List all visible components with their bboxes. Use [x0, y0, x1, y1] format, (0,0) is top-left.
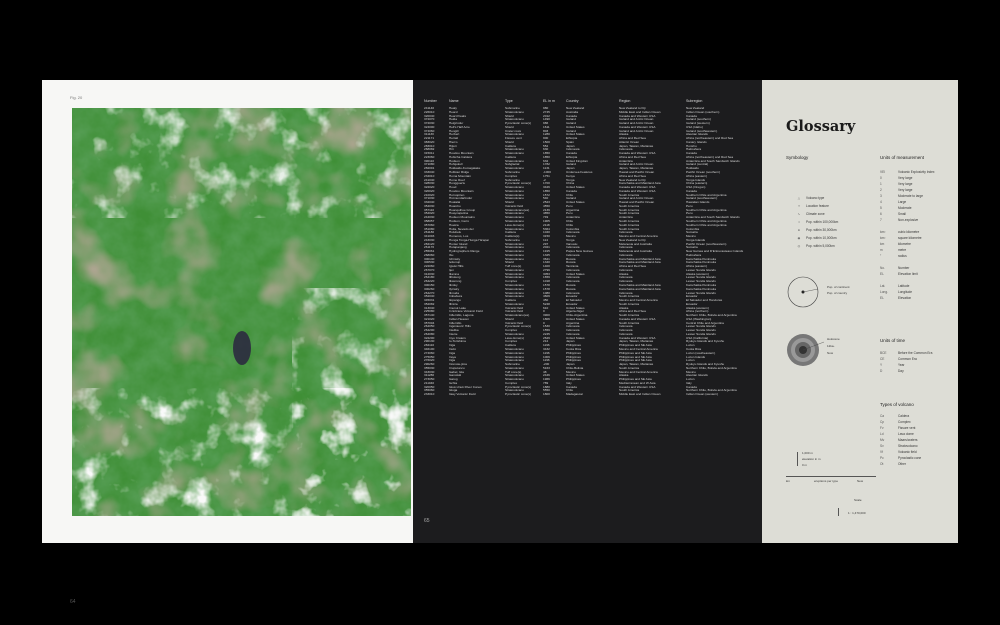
scale-tick	[838, 508, 839, 516]
table-cell: 1800	[543, 393, 550, 397]
ring-label-1: Holocene	[827, 337, 840, 341]
axis-line	[786, 476, 876, 477]
location-icon: ⌖	[798, 204, 800, 208]
unit-item: EL Elevation	[880, 295, 935, 301]
page-number-left: 64	[70, 599, 76, 605]
symbology-item: ∿ Climate zone	[792, 210, 829, 218]
table-row: 233010 Itasy Volcanic Field Pyroclastic co…	[424, 393, 756, 397]
volcano-type-item: Ot Other	[880, 461, 921, 467]
scale-label-2: elevation in m	[802, 457, 821, 461]
unit-item-label: Elevation	[898, 296, 912, 300]
population-item: • Pop. within 100,000km	[792, 218, 838, 226]
units-time-list: BCE Before the Common Era CE Common Era Y Yea…	[880, 350, 932, 374]
table-body: 241140 Healy Submarine 980 New Zealand New Ze…	[424, 107, 756, 397]
units-measurement-list: VEI Volcanic Explosivity Index 0 Very large…	[880, 169, 935, 301]
right-page: Glossary Symbology △ Volcano type ⌖ Locati…	[762, 80, 958, 543]
pop-continent-label: Pop. of continent	[827, 285, 850, 289]
ring-label-3: Now	[827, 351, 834, 355]
time-item: D Day	[880, 368, 932, 374]
table-cell: Madagascar	[566, 393, 584, 397]
unit-item-label: Elevation limit	[898, 272, 918, 276]
scale-label-3: 0 m	[802, 463, 808, 467]
population-item: ◉ Pop. within 10,000km	[792, 234, 838, 242]
units-time-heading: Units of time	[880, 338, 906, 343]
axis-label-mid: eruptions per type	[814, 479, 839, 483]
circle-outline-icon: ◎	[797, 244, 801, 248]
scale-bar-vertical	[797, 452, 798, 466]
header-name: Name	[449, 99, 459, 103]
volcano-type-item-abbr: Ot	[880, 462, 884, 466]
table-cell: 233010	[424, 393, 435, 397]
header-number: Number	[424, 99, 437, 103]
units-measurement-heading: Units of measurement	[880, 155, 925, 160]
header-country: Country	[566, 99, 579, 103]
climate-icon: ∿	[797, 212, 801, 216]
volcano-types-list: Ca Caldera Cp Complex Fv Fissure vent Ld Lava d…	[880, 413, 921, 467]
time-item-abbr: D	[880, 369, 883, 373]
glossary-title: Glossary	[786, 118, 856, 135]
table-cell: Middle East and Indian Ocean	[619, 393, 661, 397]
axis-label-left: km	[786, 479, 790, 483]
scale-title: Scale	[854, 498, 862, 502]
page-number-middle: 65	[424, 518, 430, 524]
volcano-types-heading: Types of volcano	[880, 402, 914, 407]
volcano-table: Number Name Type EL in m Country Region …	[424, 99, 756, 397]
volcano-type-item-label: Other	[898, 462, 906, 466]
population-list: • Pop. within 100,000km ● Pop. within 30,0…	[792, 218, 839, 250]
header-type: Type	[505, 99, 513, 103]
scale-label-1: 1,000 m	[802, 451, 813, 455]
figure-label: Fig. 20	[70, 95, 83, 100]
triangle-icon: △	[797, 196, 801, 200]
header-region: Region	[619, 99, 631, 103]
header-subregion: Subregion	[686, 99, 703, 103]
satellite-image-graphic	[72, 108, 411, 516]
dot-medium-icon: ●	[798, 228, 800, 232]
satellite-image	[72, 108, 411, 516]
axis-label-right: New	[857, 479, 864, 483]
table-cell: Pyroclastic cone(s)	[505, 393, 532, 397]
symbology-item: ⌖ Location feature	[792, 202, 829, 210]
table-cell: Indian Ocean (western)	[686, 393, 719, 397]
table-cell: Itasy Volcanic Field	[449, 393, 476, 397]
time-item-label: Day	[898, 369, 904, 373]
population-item: ◎ Pop. within 5,000km	[792, 242, 838, 250]
ring-label-2: 12ka-	[827, 344, 835, 348]
table-header: Number Name Type EL in m Country Region …	[424, 99, 756, 107]
dot-small-icon: •	[798, 220, 800, 224]
symbology-list: △ Volcano type ⌖ Location feature ∿ Climate…	[792, 194, 829, 218]
dot-large-icon: ◉	[797, 236, 801, 240]
symbology-item: △ Volcano type	[792, 194, 829, 202]
unit-item-label: radius	[898, 254, 907, 258]
header-elevation: EL in m	[543, 99, 556, 103]
symbology-heading: Symbology	[786, 155, 809, 160]
pop-country-label: Pop. of country	[827, 291, 848, 295]
unit-item-label: Non-explosive	[898, 218, 919, 222]
population-item: ● Pop. within 30,000km	[792, 226, 838, 234]
unit-item-abbr: EL	[880, 296, 884, 300]
scale-value: 1 : 1,470,000	[848, 511, 866, 515]
time-rings-diagram	[787, 334, 825, 366]
middle-page: Number Name Type EL in m Country Region …	[413, 80, 762, 543]
